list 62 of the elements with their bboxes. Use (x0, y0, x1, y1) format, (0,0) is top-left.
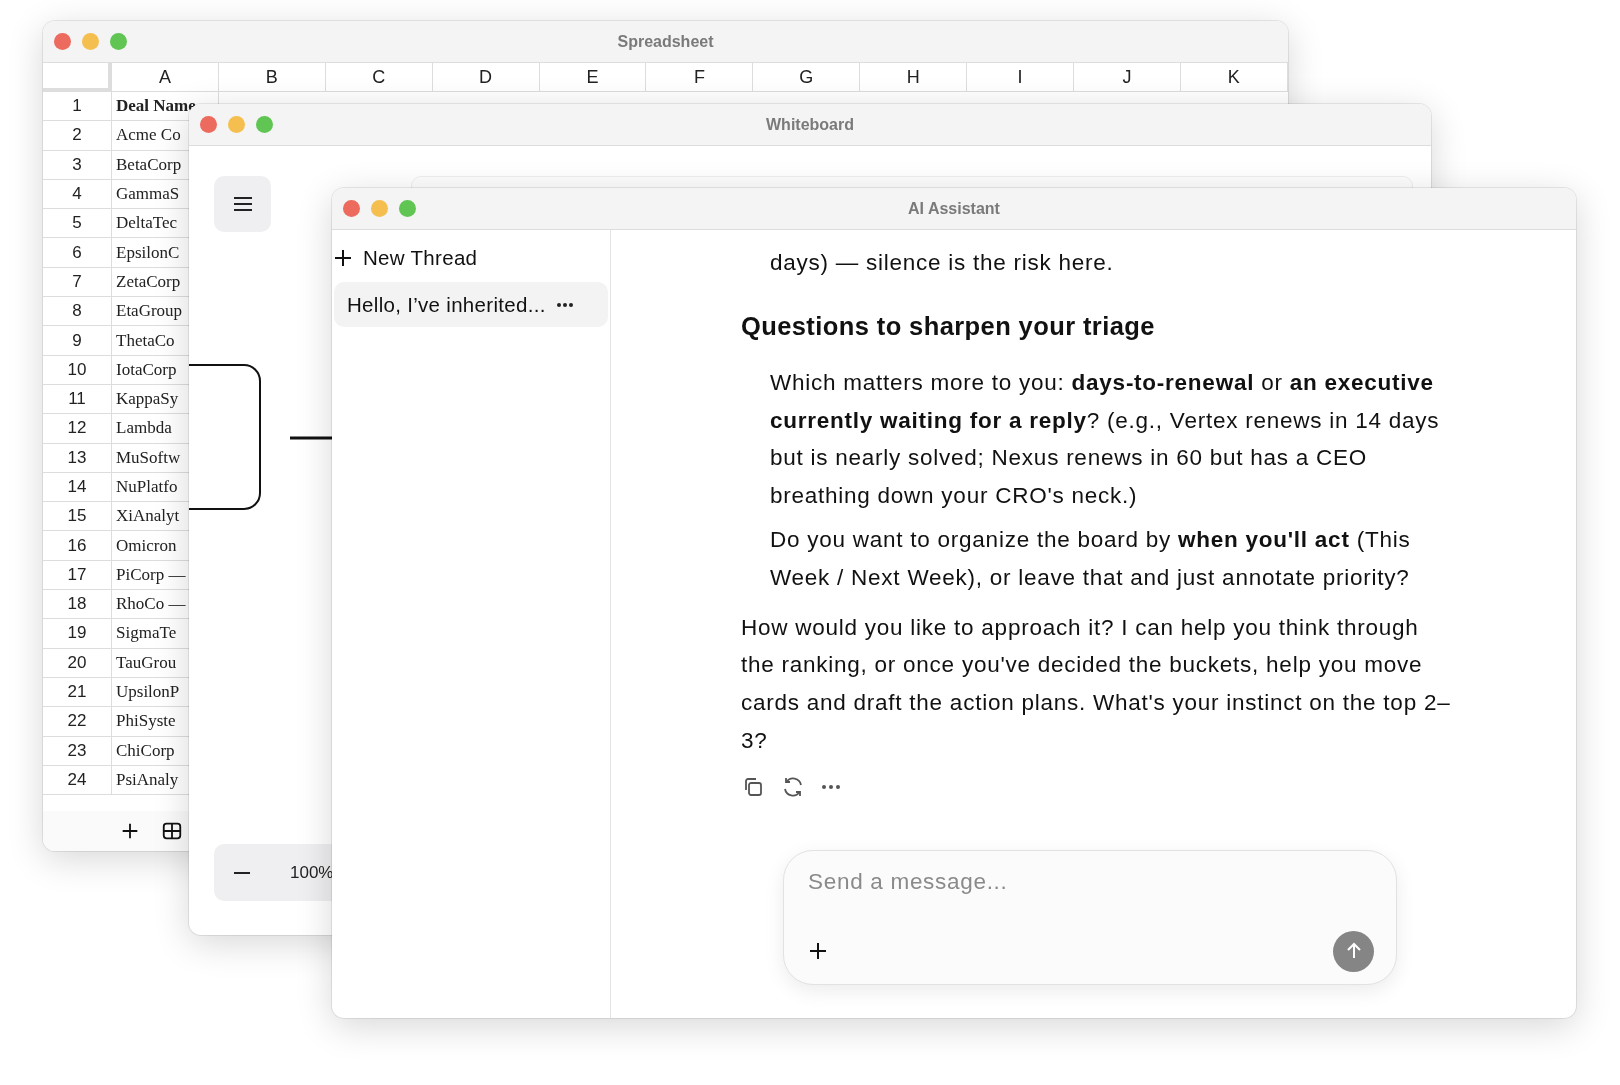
new-thread-button[interactable]: New Thread (334, 240, 478, 276)
close-button[interactable] (54, 33, 71, 50)
message-text: Which matters more to you: days-to-renewal or an executive currently waiting for a reply? (e.g., Vertex renews in 14 days but is nearly solved; Nexus renews in 60 but has a CEO breathing down your CRO's neck.) (769, 368, 1441, 511)
row-number: 24 (43, 765, 112, 796)
row-number: 17 (43, 560, 112, 591)
column-header[interactable]: G (753, 63, 861, 92)
row-number: 20 (43, 648, 112, 678)
row-number: 21 (43, 677, 112, 708)
close-button[interactable] (343, 200, 360, 217)
send-button[interactable] (1333, 930, 1374, 972)
column-header[interactable]: E (539, 63, 647, 92)
zoom-button[interactable] (399, 200, 416, 217)
row-number: 16 (43, 531, 112, 561)
row-number: 19 (43, 619, 112, 649)
section-heading: Questions to sharpen your triage (741, 310, 1156, 342)
row-number: 1 (43, 92, 112, 122)
column-header[interactable]: J (1074, 63, 1181, 92)
column-header[interactable]: F (646, 63, 754, 92)
thread-title: Hello, I’ve inherited... (347, 292, 546, 317)
row-number: 4 (43, 179, 112, 210)
column-header[interactable]: H (860, 63, 968, 92)
message-text: How would you like to approach it? I can help you think through the ranking, or once you've decided the buckets, help you move cards and draft the action plans. What's your instinct on the top 2–3? (741, 613, 1452, 755)
row-number: 14 (43, 472, 112, 503)
row-number: 7 (43, 267, 112, 298)
thread-item[interactable]: Hello, I’ve inherited... (334, 282, 608, 327)
row-number: 10 (43, 355, 112, 385)
column-header[interactable]: C (325, 63, 433, 92)
row-number: 9 (43, 326, 112, 356)
row-number: 11 (43, 384, 112, 415)
message-input[interactable]: Send a message... (808, 868, 1374, 895)
row-number: 13 (43, 443, 112, 473)
message-text: days) — silence is the risk here. (769, 249, 1115, 277)
row-number: 12 (43, 414, 112, 444)
row-number: 18 (43, 590, 112, 620)
column-header[interactable]: A (112, 63, 219, 92)
window-title: Spreadsheet (617, 32, 714, 51)
row-number: 2 (43, 121, 112, 151)
row-number: 5 (43, 209, 112, 239)
menu-button[interactable] (214, 176, 271, 232)
row-number: 15 (43, 502, 112, 532)
zoom-button[interactable] (110, 33, 127, 50)
more-icon[interactable] (821, 783, 841, 790)
table-icon[interactable] (161, 820, 183, 842)
message-text: Do you want to organize the board by when you'll act (This Week / Next Week), or leave that and just annotate priority? (769, 526, 1412, 592)
connector-line (290, 436, 332, 440)
close-button[interactable] (200, 116, 217, 133)
column-header[interactable]: K (1180, 63, 1288, 92)
attach-plus-icon[interactable] (808, 941, 828, 962)
zoom-button[interactable] (256, 116, 273, 133)
more-icon[interactable] (556, 301, 574, 308)
zoom-level: 100% (290, 862, 334, 883)
window-title: Whiteboard (766, 115, 854, 134)
window-title: AI Assistant (908, 199, 1000, 218)
column-header[interactable]: I (967, 63, 1074, 92)
column-header[interactable]: B (218, 63, 326, 92)
column-header[interactable]: D (432, 63, 540, 92)
row-number: 6 (43, 238, 112, 268)
row-number: 3 (43, 150, 112, 180)
row-number: 23 (43, 736, 112, 766)
row-number: 8 (43, 297, 112, 327)
row-number: 22 (43, 707, 112, 737)
plus-icon (334, 249, 352, 267)
